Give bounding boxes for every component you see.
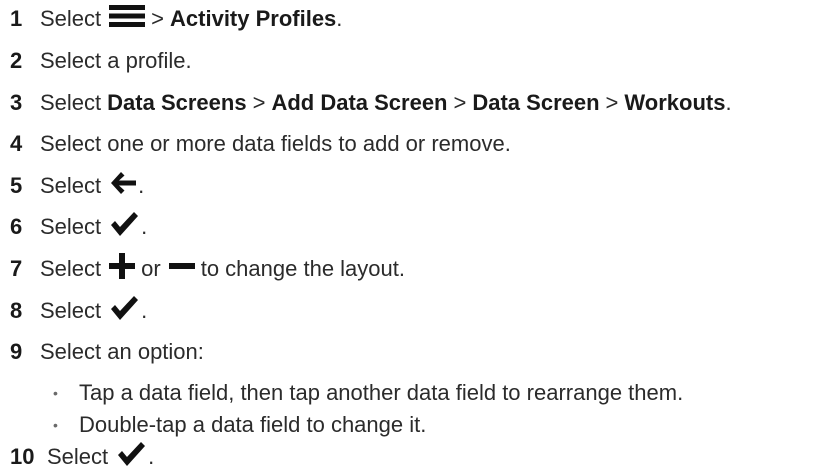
option-item: • Double-tap a data field to change it. [53,408,426,442]
step-text: Select an option: [40,339,204,364]
back-arrow-icon [109,170,137,202]
step-number: 10 [10,444,35,469]
step-text-suffix: . [141,298,148,323]
option-text: Tap a data field, then tap another data … [79,380,684,405]
step-number: 2 [10,48,23,73]
separator: > [151,6,165,31]
step-text: Select > Activity Profiles . [40,4,342,34]
step-text-suffix: . [148,444,155,469]
step-1: 1 Select > Activity Profiles . [10,2,342,36]
step-text-suffix: . [141,214,148,239]
step-text-suffix: . [138,173,145,198]
step-text-or: or [141,256,161,281]
step-text-prefix: Select [40,256,102,281]
separator: > [605,90,619,115]
step-text: Select . [40,170,144,202]
menu-item-activity-profiles: Activity Profiles [170,6,337,31]
step-text-suffix: to change the layout. [200,256,405,281]
step-10: 10 Select. [10,440,154,474]
separator: > [453,90,467,115]
step-text: Select . [40,295,147,327]
step-text: Select. [47,441,154,473]
checkmark-icon [109,211,139,243]
menu-item-data-screen: Data Screen [472,90,600,115]
menu-icon [109,4,146,34]
checkmark-icon [116,441,146,473]
menu-item-add-data-screen: Add Data Screen [271,90,448,115]
step-number: 6 [10,214,23,239]
step-number: 4 [10,131,23,156]
step-text: Select a profile. [40,48,192,73]
plus-icon [109,253,136,285]
step-text: Select . [40,211,147,243]
minus-icon [168,253,195,285]
step-number: 1 [10,6,23,31]
step-number: 3 [10,90,23,115]
step-text-suffix: . [336,6,343,31]
step-text-prefix: Select [40,298,102,323]
menu-item-data-screens: Data Screens [107,90,247,115]
step-8: 8 Select . [10,294,147,328]
step-text: Select Data Screens > Add Data Screen > … [40,90,732,116]
step-3: 3 Select Data Screens > Add Data Screen … [10,86,732,120]
step-number: 7 [10,256,23,281]
step-number: 8 [10,298,23,323]
separator: > [252,90,266,115]
step-4: 4 Select one or more data fields to add … [10,127,511,161]
step-text: Select one or more data fields to add or… [40,131,511,156]
step-6: 6 Select . [10,210,147,244]
step-text-prefix: Select [47,444,109,469]
menu-item-workouts: Workouts [624,90,726,115]
step-text-prefix: Select [40,214,102,239]
bullet: • [53,385,58,401]
bullet: • [53,417,58,433]
step-number: 9 [10,339,23,364]
step-5: 5 Select . [10,169,144,203]
step-2: 2 Select a profile. [10,44,192,78]
step-number: 5 [10,173,23,198]
step-9: 9 Select an option: [10,335,204,369]
step-7: 7 Select or to change the layout. [10,252,405,286]
step-text-prefix: Select [40,90,102,115]
step-text: Select or to change the layout. [40,253,405,285]
option-text: Double-tap a data field to change it. [79,412,427,437]
checkmark-icon [109,295,139,327]
option-item: • Tap a data field, then tap another dat… [53,376,683,410]
step-text-suffix: . [725,90,732,115]
step-text-prefix: Select [40,6,102,31]
step-text-prefix: Select [40,173,102,198]
